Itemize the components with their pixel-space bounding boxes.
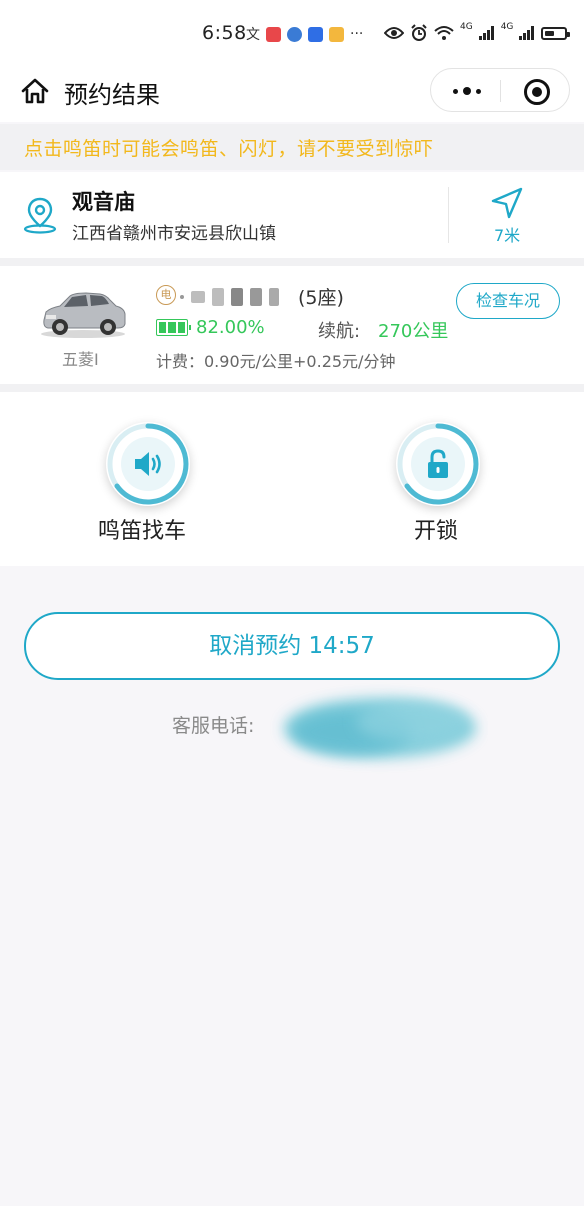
mini-program-capsule <box>430 68 570 112</box>
warning-text: 点击鸣笛时可能会鸣笛、闪灯，请不要受到惊吓 <box>24 138 434 160</box>
unlock-icon <box>428 449 448 478</box>
location-address: 江西省赣州市安远县欣山镇 <box>72 224 276 244</box>
speaker-icon <box>135 452 161 476</box>
redacted-phone-mark <box>284 698 476 758</box>
electric-badge: 电 <box>156 285 176 305</box>
app-red-icon <box>266 26 281 42</box>
app-blue-icon <box>287 26 302 42</box>
section-separator <box>0 258 584 266</box>
car-image <box>41 292 126 338</box>
battery-percent: 82.00% <box>196 317 265 338</box>
signal-icon <box>478 26 494 40</box>
location-pin-icon <box>23 197 57 234</box>
battery-icon <box>541 26 571 40</box>
navigation-arrow-icon[interactable] <box>490 186 524 220</box>
price-info: 计费：0.90元/公里+0.25元/分钟 <box>156 352 396 371</box>
wifi-icon <box>434 26 454 40</box>
more-icon[interactable] <box>451 81 483 101</box>
seat-count: (5座) <box>298 287 344 309</box>
location-name: 观音庙 <box>72 190 135 214</box>
range-value: 270公里 <box>378 321 449 342</box>
alarm-icon <box>411 24 427 41</box>
distance-label[interactable]: 7米 <box>494 222 520 246</box>
capsule-divider <box>500 80 501 102</box>
range-label: 续航: <box>318 321 361 342</box>
signal-icon-2 <box>519 26 535 40</box>
status-time: 6:58 <box>202 22 247 44</box>
network-4g-label-2: 4G <box>500 22 514 32</box>
network-4g-label: 4G <box>460 22 473 32</box>
cancel-reservation-button[interactable]: 取消预约 14:57 <box>24 612 560 680</box>
actions-section <box>0 392 584 566</box>
page-title: 预约结果 <box>64 81 160 109</box>
plate-number-redacted <box>180 286 279 308</box>
car-model: 五菱I <box>62 350 99 369</box>
section-separator-2 <box>0 384 584 392</box>
status-notification-icons: 文 ··· <box>246 22 363 46</box>
more-notifications-icon: ··· <box>350 26 364 42</box>
check-car-button[interactable]: 检查车况 <box>456 283 560 319</box>
service-phone-label: 客服电话: <box>172 715 255 737</box>
home-icon[interactable] <box>20 76 50 106</box>
close-miniprogram-icon[interactable] <box>524 79 550 105</box>
unlock-button[interactable] <box>396 422 480 506</box>
battery-level-icon <box>156 319 191 336</box>
status-system-icons: 4G 4G <box>384 20 571 46</box>
eye-icon <box>384 27 404 39</box>
horn-label: 鸣笛找车 <box>98 519 187 544</box>
app-yellow-icon <box>329 26 344 42</box>
horn-button[interactable] <box>106 422 190 506</box>
translate-icon: 文 <box>246 27 260 43</box>
location-divider <box>448 187 449 243</box>
app-blue-square-icon <box>308 26 323 42</box>
unlock-label: 开锁 <box>414 519 459 544</box>
